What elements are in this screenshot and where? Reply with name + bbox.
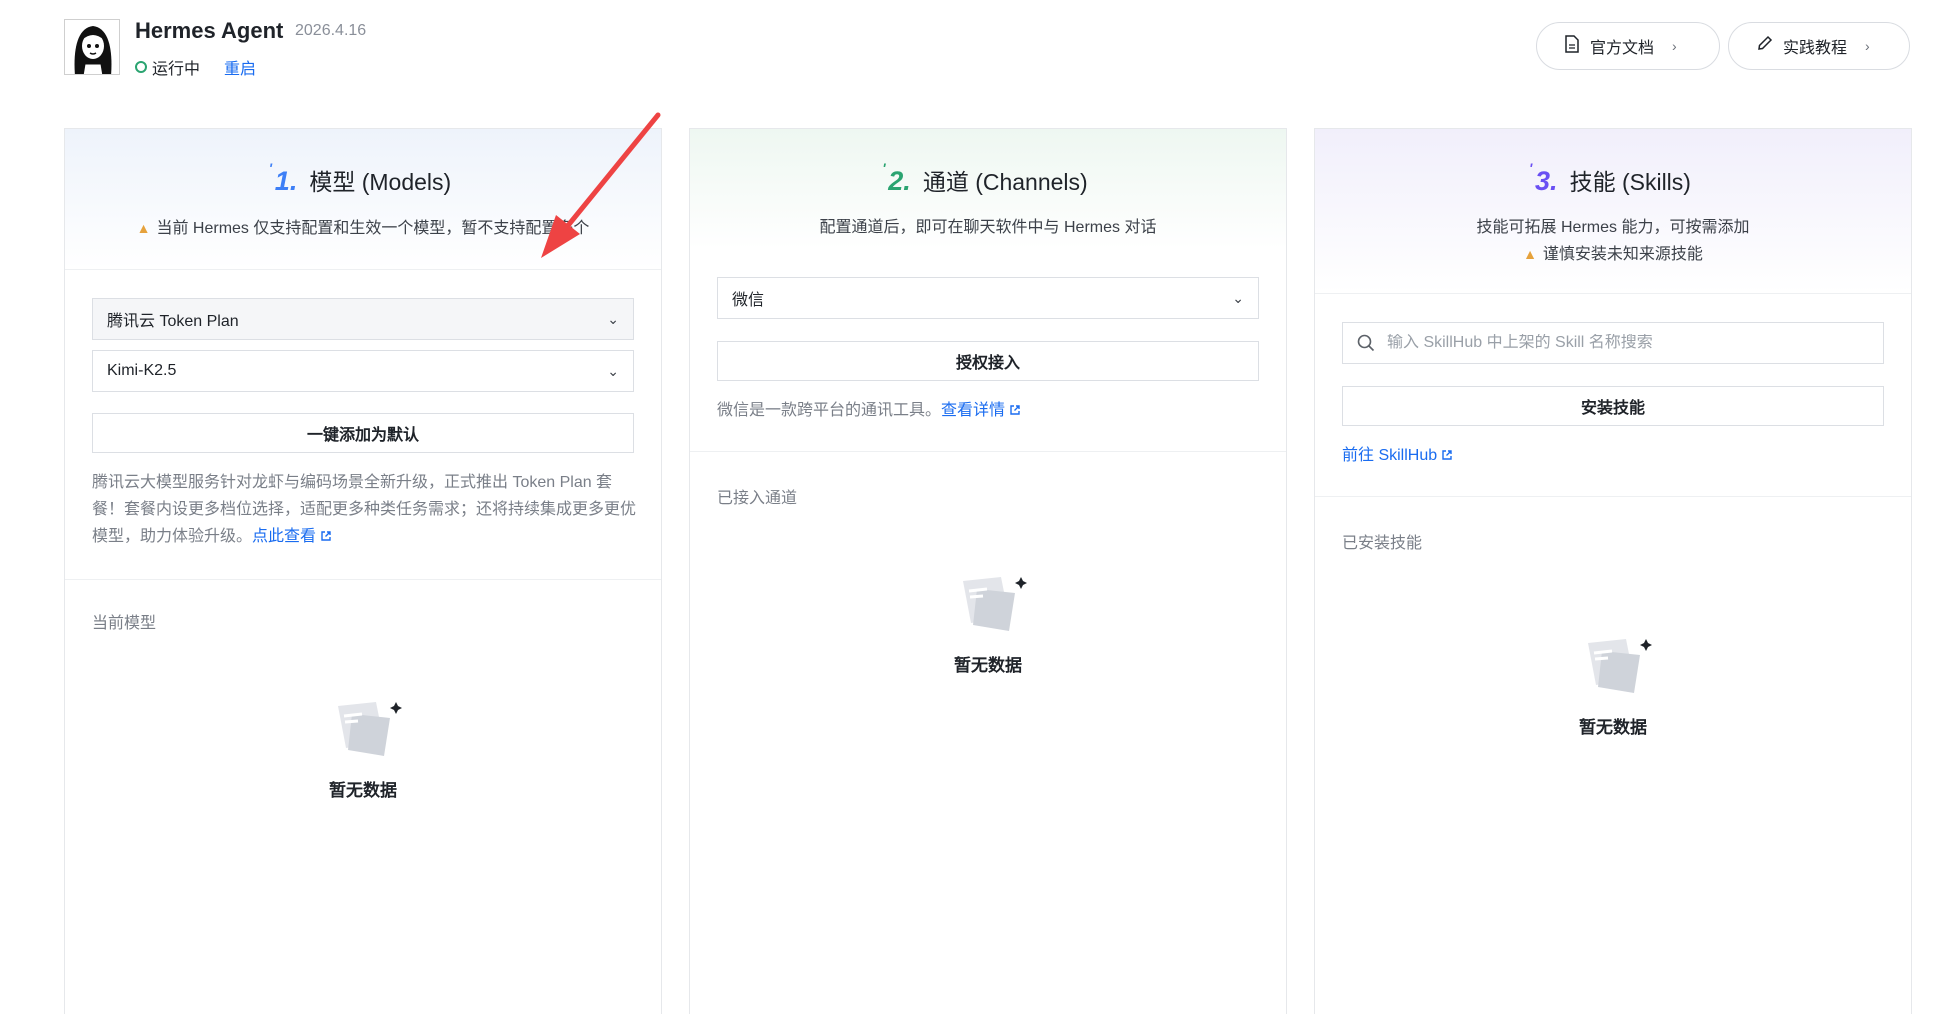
model-select-value: Kimi-K2.5 (107, 362, 177, 379)
channels-panel: 2. 通道 (Channels) 配置通道后，即可在聊天软件中与 Hermes … (689, 128, 1287, 1014)
chevron-down-icon: ⌄ (607, 362, 619, 379)
tutorial-label: 实践教程 (1783, 40, 1848, 57)
channels-empty-state: 暂无数据 (690, 569, 1286, 676)
external-link-icon (1010, 405, 1020, 415)
divider (690, 451, 1286, 452)
install-skill-button[interactable]: 安装技能 (1342, 386, 1884, 426)
provider-select[interactable]: 腾讯云 Token Plan ⌄ (92, 298, 634, 340)
external-link-icon (1442, 450, 1452, 460)
view-here-link[interactable]: 点此查看 (252, 528, 332, 545)
warning-icon: ▲ (1523, 246, 1537, 262)
empty-text: 暂无数据 (329, 781, 397, 800)
skill-search-box[interactable] (1342, 322, 1884, 364)
chevron-right-icon: › (1865, 38, 1870, 54)
status-dot-icon (135, 61, 147, 73)
divider (1315, 496, 1911, 497)
skills-title: 技能 (Skills) (1569, 169, 1691, 195)
skills-header: 3. 技能 (Skills) 技能可拓展 Hermes 能力，可按需添加 ▲谨慎… (1315, 129, 1911, 294)
pencil-icon (1756, 35, 1773, 57)
channel-info: 微信是一款跨平台的通讯工具。查看详情 (717, 397, 1265, 424)
docs-button[interactable]: 官方文档 › (1536, 22, 1720, 70)
token-plan-info: 腾讯云大模型服务针对龙虾与编码场景全新升级，正式推出 Token Plan 套餐… (92, 474, 637, 545)
skills-panel: 3. 技能 (Skills) 技能可拓展 Hermes 能力，可按需添加 ▲谨慎… (1314, 128, 1912, 1014)
provider-select-value: 腾讯云 Token Plan (107, 313, 239, 330)
models-panel: 1. 模型 (Models) ▲当前 Hermes 仅支持配置和生效一个模型，暂… (64, 128, 662, 1014)
models-title: 模型 (Models) (309, 169, 452, 195)
status-text: 运行中 (152, 61, 201, 78)
step-number: 2. (882, 160, 910, 197)
empty-box-icon (1588, 639, 1652, 693)
model-select[interactable]: Kimi-K2.5 ⌄ (92, 350, 634, 392)
channel-select[interactable]: 微信 ⌄ (717, 277, 1259, 319)
step-number: 1. (269, 160, 297, 197)
version-label: 2026.4.16 (295, 22, 367, 39)
skills-description: 技能可拓展 Hermes 能力，可按需添加 ▲ 谨慎安装未知来源技能 (1315, 215, 1911, 268)
divider (65, 579, 661, 580)
chevron-right-icon: › (1672, 38, 1677, 54)
restart-link[interactable]: 重启 (224, 55, 256, 79)
models-warning: ▲ 当前 Hermes 仅支持配置和生效一个模型，暂不支持配置多个 (136, 220, 590, 237)
empty-box-icon (338, 702, 402, 756)
channels-description: 配置通道后，即可在聊天软件中与 Hermes 对话 (819, 219, 1157, 236)
search-icon (1357, 334, 1375, 352)
document-icon (1564, 34, 1580, 58)
channel-select-value: 微信 (732, 292, 765, 309)
tutorial-button[interactable]: 实践教程 › (1728, 22, 1910, 70)
skill-search-input[interactable] (1387, 334, 1867, 352)
skillhub-link-row: 前往 SkillHub (1342, 442, 1890, 469)
channels-title: 通道 (Channels) (922, 169, 1088, 195)
skills-warning: ▲ 谨慎安装未知来源技能 (1523, 246, 1703, 263)
view-details-link[interactable]: 查看详情 (941, 402, 1021, 419)
external-link-icon (321, 531, 331, 541)
channels-header: 2. 通道 (Channels) 配置通道后，即可在聊天软件中与 Hermes … (690, 129, 1286, 249)
agent-avatar (64, 19, 120, 75)
installed-skills-label: 已安装技能 (1342, 535, 1423, 552)
add-default-button[interactable]: 一键添加为默认 (92, 413, 634, 453)
models-header: 1. 模型 (Models) ▲当前 Hermes 仅支持配置和生效一个模型，暂… (65, 129, 661, 270)
docs-label: 官方文档 (1590, 40, 1655, 57)
connected-channels-label: 已接入通道 (717, 490, 798, 507)
skills-empty-state: 暂无数据 (1315, 631, 1911, 738)
skillhub-link[interactable]: 前往 SkillHub (1342, 447, 1453, 464)
authorize-button[interactable]: 授权接入 (717, 341, 1259, 381)
warning-icon: ▲ (136, 220, 151, 236)
empty-text: 暂无数据 (1579, 718, 1647, 737)
status-indicator: 运行中 (135, 55, 200, 79)
empty-text: 暂无数据 (954, 656, 1022, 675)
step-number: 3. (1529, 160, 1557, 197)
chevron-down-icon: ⌄ (1232, 289, 1244, 306)
empty-box-icon (963, 577, 1027, 631)
chevron-down-icon: ⌄ (607, 310, 619, 327)
current-model-label: 当前模型 (92, 615, 157, 632)
models-empty-state: 暂无数据 (65, 694, 661, 801)
app-name: Hermes Agent (135, 18, 284, 43)
